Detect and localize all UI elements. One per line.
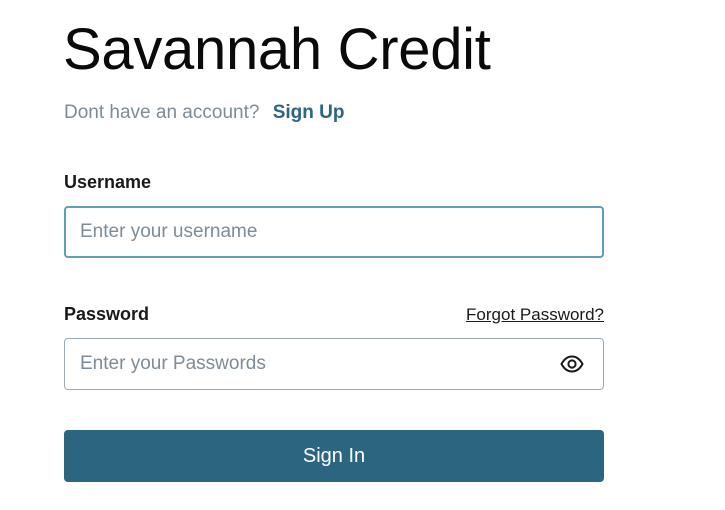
eye-icon[interactable] <box>560 352 584 376</box>
signup-prompt: Dont have an account? <box>64 102 260 123</box>
login-page: Savannah Credit Dont have an account? Si… <box>0 0 725 510</box>
username-input[interactable] <box>66 208 602 256</box>
page-title: Savannah Credit <box>63 17 491 82</box>
password-label: Password <box>64 304 150 324</box>
password-input[interactable] <box>65 339 603 389</box>
forgot-password-link[interactable]: Forgot Password? <box>466 303 604 327</box>
password-field-container <box>64 338 604 390</box>
signup-row: Dont have an account? Sign Up <box>64 100 344 126</box>
username-field-container <box>64 206 604 258</box>
sign-in-button[interactable]: Sign In <box>64 430 604 482</box>
sign-up-link[interactable]: Sign Up <box>273 102 345 123</box>
username-label: Username <box>64 172 152 192</box>
